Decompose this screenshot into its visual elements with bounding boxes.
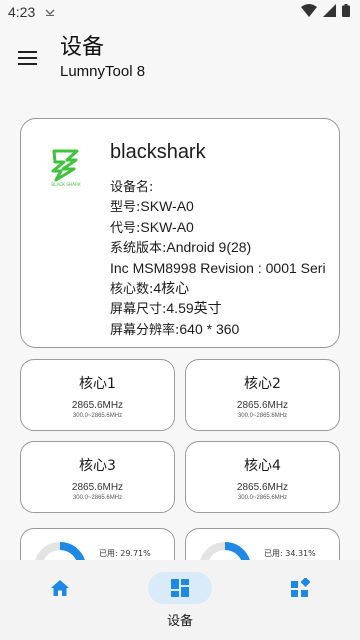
download-icon — [45, 6, 55, 19]
core-card-2[interactable]: 核心2 2865.6MHz 300.0~2865.6MHz — [185, 359, 340, 431]
core-card-4[interactable]: 核心4 2865.6MHz 300.0~2865.6MHz — [185, 441, 340, 513]
info-screen-size: 屏幕尺寸:4.59英寸 — [110, 300, 222, 318]
page-subtitle: LumnyTool 8 — [60, 63, 146, 80]
widgets-icon — [291, 578, 310, 597]
core-frequency: 2865.6MHz — [236, 400, 289, 411]
device-info-card[interactable]: BLACK SHARK blackshark 设备名: 型号:SKW-A0 代号… — [20, 118, 340, 348]
logo-text: BLACK SHARK — [51, 182, 81, 187]
core-range: 300.0~2865.6MHz — [237, 413, 288, 419]
info-screen-resolution: 屏幕分辨率:640 * 360 — [110, 320, 240, 338]
app-bar: 设备 LumnyTool 8 — [0, 26, 360, 90]
nav-label: 设备 — [166, 614, 193, 629]
core-frequency: 2865.6MHz — [71, 400, 124, 411]
battery-icon — [342, 3, 350, 21]
core-range: 300.0~2865.6MHz — [237, 495, 288, 501]
nav-active-indicator — [148, 572, 212, 604]
status-bar: 4:23 — [0, 0, 360, 24]
dashboard-icon — [171, 579, 189, 597]
menu-icon — [18, 51, 37, 65]
memory-used-label: 已用: 34.31% — [264, 549, 316, 558]
info-model: 型号:SKW-A0 — [110, 198, 194, 216]
nav-item-device[interactable]: 设备 — [120, 560, 240, 640]
nav-item-home[interactable] — [0, 560, 120, 640]
nav-item-tools[interactable] — [240, 560, 360, 640]
info-hardware: Inc MSM8998 Revision : 0001 Seri — [110, 259, 326, 276]
blackshark-logo: BLACK SHARK — [43, 147, 89, 187]
core-card-3[interactable]: 核心3 2865.6MHz 300.0~2865.6MHz — [20, 441, 175, 513]
core-title: 核心2 — [244, 376, 281, 392]
device-info-list: 设备名: 型号:SKW-A0 代号:SKW-A0 系统版本:Android 9(… — [110, 177, 339, 340]
wifi-icon — [301, 3, 317, 21]
menu-button[interactable] — [0, 30, 56, 86]
bottom-navigation: 设备 — [0, 560, 360, 640]
info-core-count: 核心数:4核心 — [110, 280, 190, 298]
info-device-name: 设备名: — [110, 180, 154, 195]
core-title: 核心3 — [79, 458, 116, 474]
device-name: blackshark — [110, 141, 206, 163]
info-codename: 代号:SKW-A0 — [110, 218, 194, 236]
signal-icon — [323, 3, 336, 21]
status-time: 4:23 — [8, 4, 36, 20]
core-range: 300.0~2865.6MHz — [72, 495, 123, 501]
core-frequency: 2865.6MHz — [236, 482, 289, 493]
core-card-1[interactable]: 核心1 2865.6MHz 300.0~2865.6MHz — [20, 359, 175, 431]
core-title: 核心4 — [244, 458, 281, 474]
core-frequency: 2865.6MHz — [71, 482, 124, 493]
home-icon — [51, 580, 69, 596]
memory-used-label: 已用: 29.71% — [99, 549, 151, 558]
page-title: 设备 — [60, 35, 105, 60]
core-range: 300.0~2865.6MHz — [72, 413, 123, 419]
info-os-version: 系统版本:Android 9(28) — [110, 239, 252, 257]
core-title: 核心1 — [79, 376, 116, 392]
